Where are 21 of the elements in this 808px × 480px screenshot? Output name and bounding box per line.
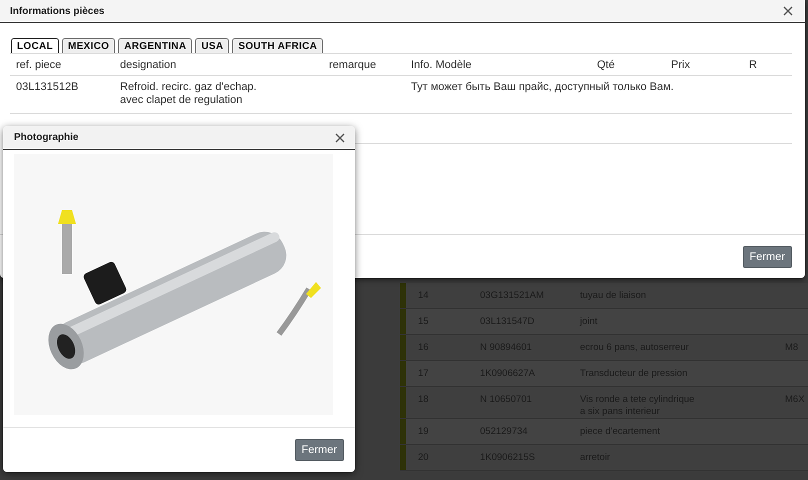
- part-designation: Refroid. recirc. gaz d'echap. avec clapet de regulation: [120, 80, 258, 108]
- close-button[interactable]: Fermer: [294, 439, 344, 461]
- model-info: Тут может быть Ваш прайс, доступный только Вам.: [411, 80, 675, 95]
- column-header: Prix: [671, 58, 691, 73]
- country-tab[interactable]: ARGENTINA: [118, 38, 192, 53]
- column-header: Info. Modèle: [411, 58, 473, 73]
- country-tab[interactable]: MEXICO: [62, 38, 116, 53]
- country-tab[interactable]: LOCAL: [11, 38, 59, 53]
- column-header: ref. piece: [16, 58, 62, 73]
- country-tab[interactable]: USA: [195, 38, 230, 53]
- dialog-title: Informations pièces: [10, 6, 104, 16]
- dialog-title: Photographie: [14, 132, 78, 143]
- country-tab[interactable]: SOUTH AFRICA: [232, 38, 324, 53]
- part-number: 03L131512B: [16, 80, 80, 95]
- column-header: Qté: [597, 58, 616, 73]
- close-icon[interactable]: [783, 6, 793, 16]
- column-header: designation: [120, 58, 178, 73]
- column-header: remarque: [329, 58, 378, 73]
- close-icon[interactable]: [335, 132, 345, 142]
- close-button[interactable]: Fermer: [742, 246, 792, 268]
- column-header: R: [749, 58, 758, 73]
